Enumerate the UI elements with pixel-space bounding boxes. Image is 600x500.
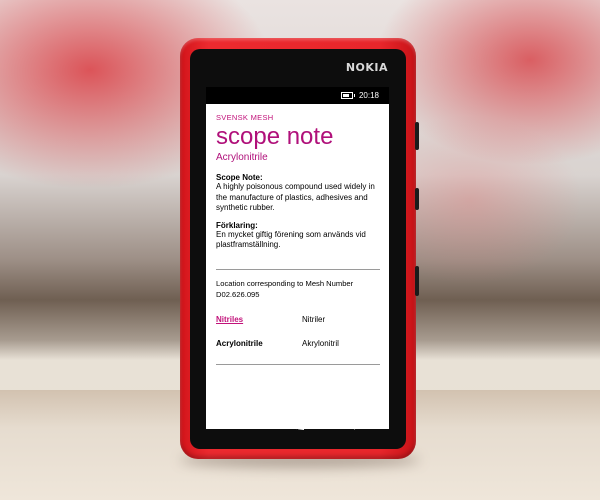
back-arrow-icon <box>230 419 242 429</box>
location-text: Location corresponding to Mesh Number <box>216 278 354 288</box>
current-term-row: Acrylonitrile Akrylonitril <box>216 339 380 348</box>
hardware-nav-bar <box>206 404 389 444</box>
app-name: SVENSK MESH <box>216 113 274 122</box>
brand-logo: NOKIA <box>345 61 388 74</box>
current-term-translation: Akrylonitril <box>302 338 339 348</box>
forklaring-label: Förklaring: <box>216 220 258 230</box>
related-term-link[interactable]: Nitriles <box>216 315 302 324</box>
status-bar: 20:18 <box>206 87 389 104</box>
scope-note-label: Scope Note: <box>216 173 263 182</box>
phone-face: NOKIA 20:18 SVENSK MESH scope note Acryl… <box>190 49 406 449</box>
related-term-row: Nitriles Nitriler <box>216 315 380 324</box>
scope-note-page: SVENSK MESH scope note Acrylonitrile Sco… <box>206 104 389 365</box>
back-button[interactable] <box>225 412 249 436</box>
status-time: 20:18 <box>358 91 379 100</box>
start-button[interactable] <box>286 412 310 436</box>
divider <box>216 363 380 365</box>
phone-screen: 20:18 SVENSK MESH scope note Acrylonitri… <box>206 87 389 429</box>
current-term: Acrylonitrile <box>216 338 263 348</box>
related-term-translation: Nitriler <box>302 314 326 324</box>
search-button[interactable] <box>347 412 371 436</box>
mesh-number: D02.626.095 <box>216 289 260 299</box>
page-title: scope note <box>216 123 334 150</box>
phone-device: NOKIA 20:18 SVENSK MESH scope note Acryl… <box>180 38 419 459</box>
camera-button <box>415 266 419 296</box>
windows-logo-icon <box>291 418 304 430</box>
search-icon <box>352 418 364 430</box>
battery-icon <box>340 92 355 99</box>
volume-button <box>415 122 419 150</box>
scope-note-text: A highly poisonous compound used widely … <box>216 182 375 212</box>
power-button <box>415 188 419 210</box>
divider <box>216 268 380 270</box>
term-subtitle: Acrylonitrile <box>216 152 268 163</box>
forklaring-text: En mycket giftig förening som används vi… <box>216 229 366 250</box>
